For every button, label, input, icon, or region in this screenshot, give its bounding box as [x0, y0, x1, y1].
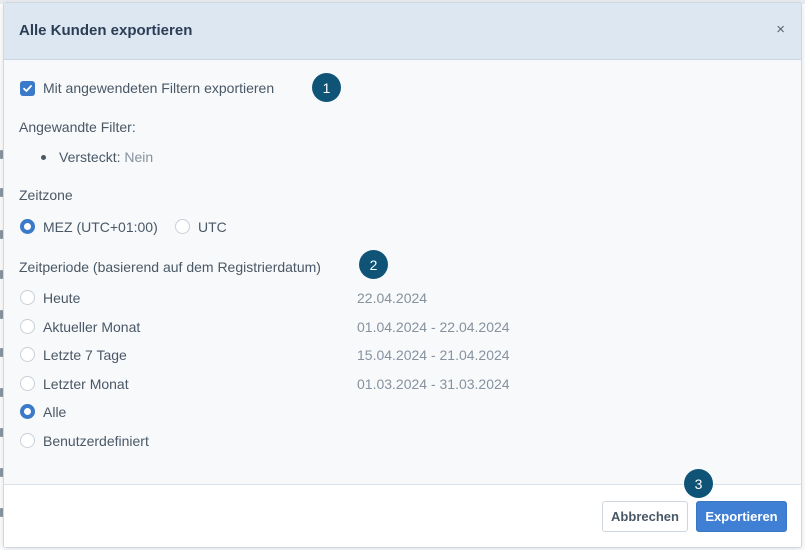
period-label-aktueller-monat[interactable]: Aktueller Monat	[43, 319, 140, 335]
timezone-label-mez[interactable]: MEZ (UTC+01:00)	[43, 219, 158, 235]
period-heading: Zeitperiode (basierend auf dem Registrie…	[19, 259, 321, 275]
period-label-benutzerdefiniert[interactable]: Benutzerdefiniert	[43, 433, 149, 449]
period-range-letzter-monat: 01.03.2024 - 31.03.2024	[357, 376, 510, 392]
period-radio-aktueller-monat[interactable]	[20, 319, 35, 334]
timezone-heading: Zeitzone	[19, 187, 73, 203]
export-customers-dialog: Alle Kunden exportieren × Mit angewendet…	[3, 2, 802, 548]
dialog-header: Alle Kunden exportieren ×	[4, 3, 801, 60]
period-range-aktueller-monat: 01.04.2024 - 22.04.2024	[357, 319, 510, 335]
step-badge-2: 2	[359, 250, 388, 279]
applied-filter-item: Versteckt: Nein	[59, 149, 153, 165]
period-label-heute[interactable]: Heute	[43, 290, 80, 306]
apply-filters-checkbox[interactable]	[20, 81, 35, 96]
period-label-letzte-7-tage[interactable]: Letzte 7 Tage	[43, 347, 127, 363]
period-range-heute: 22.04.2024	[357, 290, 428, 306]
applied-filter-name: Versteckt:	[59, 149, 121, 165]
step-badge-1: 1	[312, 73, 341, 102]
apply-filters-label[interactable]: Mit angewendeten Filtern exportieren	[43, 80, 274, 96]
period-radio-letzter-monat[interactable]	[20, 376, 35, 391]
export-button[interactable]: Exportieren	[696, 501, 787, 532]
period-label-alle[interactable]: Alle	[43, 404, 66, 420]
timezone-label-utc[interactable]: UTC	[198, 219, 227, 235]
period-radio-alle[interactable]	[20, 404, 35, 419]
step-badge-3: 3	[684, 469, 713, 498]
period-radio-benutzerdefiniert[interactable]	[20, 433, 35, 448]
bullet-icon	[41, 155, 46, 160]
period-label-letzter-monat[interactable]: Letzter Monat	[43, 376, 129, 392]
applied-filter-value: Nein	[124, 149, 154, 165]
period-radio-letzte-7-tage[interactable]	[20, 347, 35, 362]
applied-filters-heading: Angewandte Filter:	[19, 119, 136, 135]
timezone-radio-mez[interactable]	[20, 219, 35, 234]
timezone-radio-utc[interactable]	[175, 219, 190, 234]
checkmark-icon	[23, 85, 32, 92]
period-radio-heute[interactable]	[20, 290, 35, 305]
cancel-button[interactable]: Abbrechen	[602, 501, 688, 532]
dialog-title: Alle Kunden exportieren	[19, 22, 193, 39]
period-range-letzte-7-tage: 15.04.2024 - 21.04.2024	[357, 347, 510, 363]
dialog-footer: Abbrechen Exportieren	[4, 484, 801, 547]
close-icon[interactable]: ×	[776, 22, 785, 38]
